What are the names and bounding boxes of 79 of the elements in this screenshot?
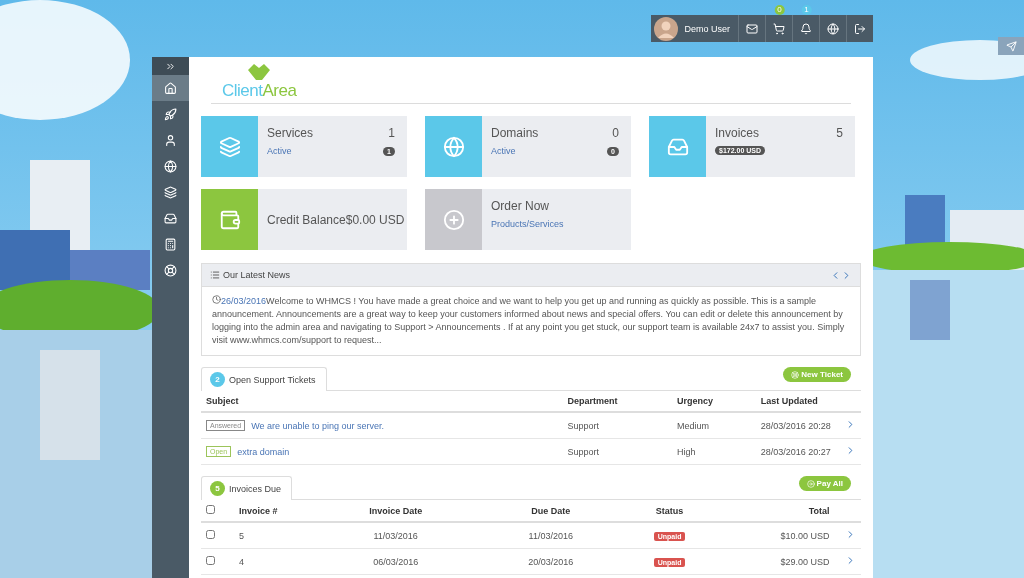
- sidebar-item[interactable]: [152, 75, 189, 101]
- tile-count: 0: [612, 126, 619, 140]
- tile-title: Invoices: [715, 126, 760, 140]
- table-cell: Support: [562, 412, 672, 439]
- user-menu[interactable]: Demo User: [651, 15, 739, 42]
- column-header: Urgency: [671, 391, 756, 412]
- expand-button[interactable]: [152, 57, 189, 75]
- table-cell: 4: [234, 548, 314, 575]
- calculator-icon: [164, 237, 177, 251]
- column-header: Last Updated: [755, 391, 840, 412]
- tickets-count: 2: [210, 372, 225, 387]
- tile-title: Services: [267, 126, 313, 140]
- lifebuoy-icon: [791, 370, 800, 379]
- column-header: Status: [623, 500, 716, 522]
- tile-link[interactable]: Products/Services: [491, 219, 564, 229]
- table-cell: 11/03/2016: [313, 522, 479, 549]
- tickets-tab[interactable]: 2 Open Support Tickets: [201, 367, 327, 391]
- globe-icon: [442, 135, 465, 158]
- news-text: 26/03/2016Welcome to WHMCS ! You have made a great choice and we want to help you get up and running as quickly as possible. This is a sample announcement. Announcements are a great way to keep your customers informed about news and special offers. You can edit or delete this announcement by logging into the admin area and navigating to Support > Announcements . If at any point you get stuck, our support team is available 24x7 to assist you. Simply visit www.whmcs.com/support to request...: [211, 294, 846, 347]
- home-icon: [164, 81, 177, 95]
- column-header: Subject: [201, 391, 563, 412]
- column-header: Invoice Date: [313, 500, 479, 522]
- news-date-link[interactable]: 26/03/2016: [221, 296, 267, 306]
- table-cell: $29.00 USD: [715, 548, 835, 575]
- invoices-tab[interactable]: 5 Invoices Due: [201, 476, 293, 500]
- table-cell: High: [671, 438, 756, 465]
- avatar: [654, 16, 679, 41]
- column-header: Total: [715, 500, 835, 522]
- arrow-circle-icon: [806, 479, 815, 488]
- rocket-icon: [164, 107, 177, 121]
- table-cell: 20/03/2016: [478, 548, 624, 575]
- globe-icon: [827, 22, 839, 35]
- user-icon: [164, 133, 177, 147]
- column-header: Due Date: [478, 500, 624, 522]
- table-cell: Medium: [671, 412, 756, 439]
- lifebuoy-icon: [164, 263, 177, 277]
- layers-icon: [164, 185, 177, 199]
- table-cell: 28/03/2016 20:28: [755, 412, 840, 439]
- column-header: Department: [562, 391, 672, 412]
- row-checkbox[interactable]: [206, 530, 215, 539]
- list-icon: [210, 270, 220, 280]
- table-cell: $10.00 USD: [715, 522, 835, 549]
- tile-title: Domains: [491, 126, 539, 140]
- panel-title: Our Latest News: [223, 270, 291, 280]
- tab-title: Invoices Due: [229, 483, 282, 494]
- tile-title: Order Now: [491, 199, 549, 213]
- notification-count: 1: [801, 5, 812, 15]
- ticket-subject-link[interactable]: extra domain: [237, 446, 290, 457]
- logo-text: ClientArea: [222, 82, 297, 99]
- summary-tile[interactable]: Credit Balance$0.00 USD: [201, 189, 407, 250]
- tile-title: Credit Balance$0.00 USD: [266, 212, 405, 227]
- tile-count: 5: [836, 126, 843, 140]
- tile-link[interactable]: Active: [267, 146, 292, 156]
- row-checkbox[interactable]: [206, 556, 215, 565]
- select-all-checkbox[interactable]: [206, 505, 215, 514]
- paper-plane-icon: [1005, 40, 1017, 52]
- clock-icon: [212, 295, 221, 304]
- summary-tile[interactable]: Order Now Products/Services: [425, 189, 631, 250]
- plus-circle-icon: [442, 208, 465, 231]
- bell-icon: [800, 22, 812, 35]
- logout-icon: [854, 22, 866, 35]
- mail-icon: [746, 22, 758, 35]
- table-cell: 11/03/2016: [478, 522, 624, 549]
- table-cell: Support: [562, 438, 672, 465]
- globe-icon: [164, 159, 177, 173]
- cart-count: 0: [774, 5, 785, 15]
- ticket-subject-link[interactable]: We are unable to ping our server.: [251, 420, 385, 431]
- tile-link[interactable]: Active: [491, 146, 516, 156]
- table-cell: 06/03/2016: [313, 548, 479, 575]
- invoices-count: 5: [210, 481, 225, 496]
- table-cell: 28/03/2016 20:27: [755, 438, 840, 465]
- wallet-icon: [218, 208, 241, 231]
- layers-icon: [218, 135, 241, 158]
- column-header: Invoice #: [234, 500, 314, 522]
- table-cell: 5: [234, 522, 314, 549]
- inbox-icon: [164, 211, 177, 225]
- tile-count: 1: [388, 126, 395, 140]
- tab-title: Open Support Tickets: [229, 374, 316, 385]
- cart-icon: [773, 22, 785, 35]
